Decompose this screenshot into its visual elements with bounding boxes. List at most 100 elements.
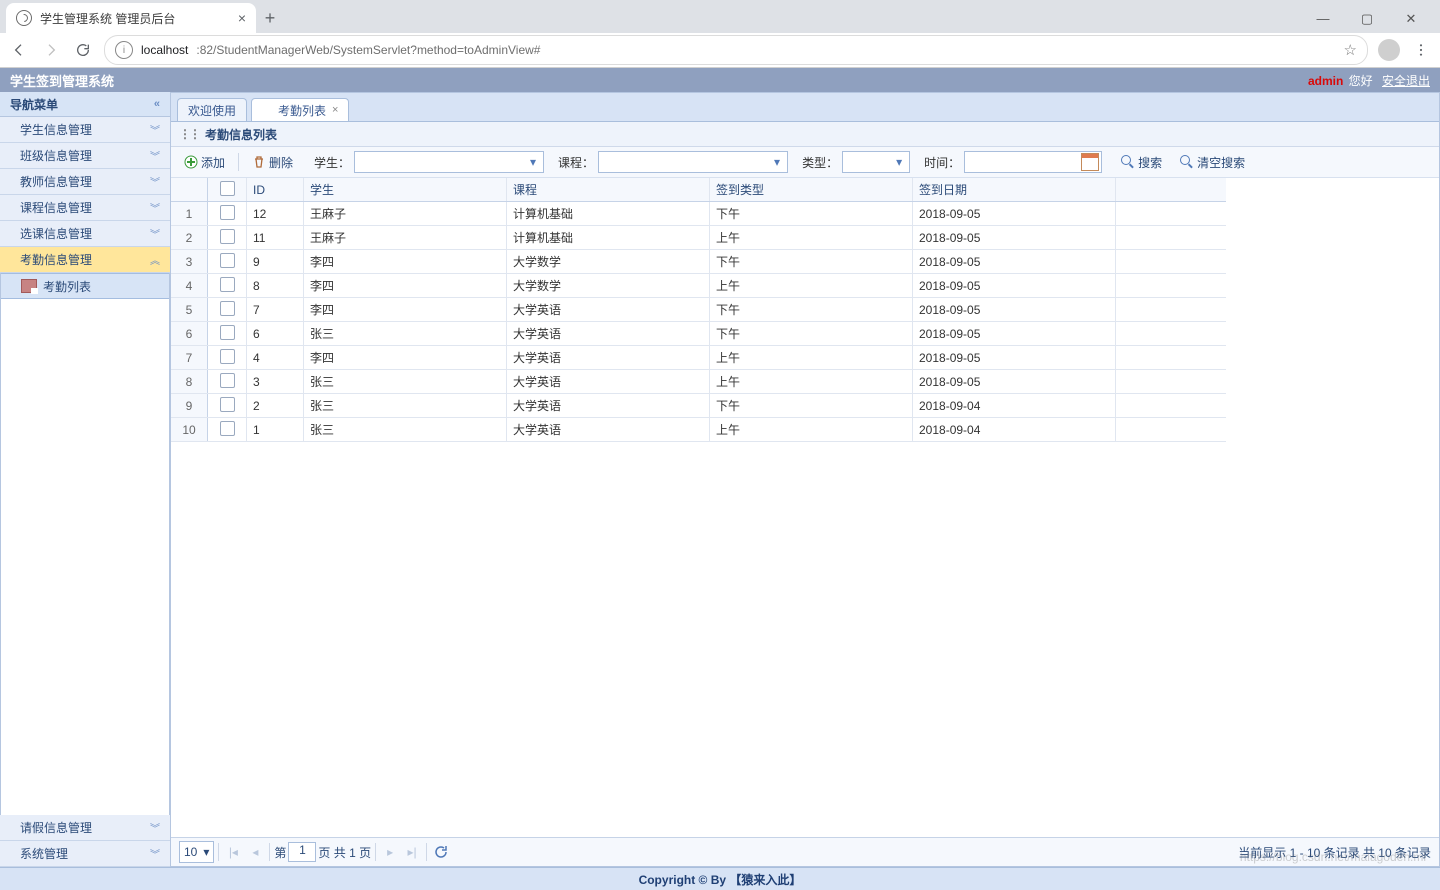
checkbox-icon[interactable] — [220, 421, 235, 436]
table-row[interactable]: 92张三大学英语下午2018-09-04 — [171, 394, 1226, 418]
new-tab-button[interactable]: + — [256, 3, 284, 33]
row-checkbox[interactable] — [208, 250, 247, 274]
row-checkbox[interactable] — [208, 394, 247, 418]
prev-page-button[interactable]: ◂ — [245, 842, 265, 862]
checkbox-icon[interactable] — [220, 373, 235, 388]
table-row[interactable]: 74李四大学英语上午2018-09-05 — [171, 346, 1226, 370]
address-bar[interactable]: i localhost:82/StudentManagerWeb/SystemS… — [104, 35, 1368, 65]
checkbox-icon[interactable] — [220, 325, 235, 340]
maximize-button[interactable]: ▢ — [1358, 11, 1376, 27]
checkbox-icon[interactable] — [220, 181, 235, 196]
nav-subpanel: 考勤列表 — [0, 273, 170, 815]
sidebar-item-2[interactable]: 教师信息管理︾ — [0, 169, 170, 195]
sidebar-bottom-item-0[interactable]: 请假信息管理︾ — [0, 815, 170, 841]
bookmark-icon[interactable]: ☆ — [1344, 41, 1357, 59]
sidebar-item-5[interactable]: 考勤信息管理︽ — [0, 247, 170, 273]
site-info-icon[interactable]: i — [115, 41, 133, 59]
close-tab-icon[interactable]: × — [332, 104, 338, 116]
delete-button[interactable]: 删除 — [245, 150, 300, 174]
col-student[interactable]: 学生 — [304, 178, 507, 202]
back-button[interactable] — [8, 39, 30, 61]
type-combo[interactable]: ▾ — [842, 151, 910, 173]
checkbox-icon[interactable] — [220, 277, 235, 292]
checkbox-icon[interactable] — [220, 349, 235, 364]
sidebar-item-1[interactable]: 班级信息管理︾ — [0, 143, 170, 169]
pagesize-select[interactable]: 10▾ — [179, 841, 214, 863]
logout-link[interactable]: 安全退出 — [1382, 74, 1430, 88]
first-page-button[interactable]: |◂ — [223, 842, 243, 862]
date-input[interactable] — [964, 151, 1102, 173]
close-window-button[interactable]: ✕ — [1402, 11, 1420, 27]
checkbox-icon[interactable] — [220, 205, 235, 220]
cell-type: 下午 — [710, 394, 913, 418]
cell-course: 大学数学 — [507, 274, 710, 298]
table-row[interactable]: 48李四大学数学上午2018-09-05 — [171, 274, 1226, 298]
pager: 10▾ |◂ ◂ 第 1 页 共 1 页 ▸ ▸| 当前显示 1 - 10 条记… — [171, 837, 1439, 866]
tab-welcome[interactable]: 欢迎使用 — [177, 98, 247, 121]
row-checkbox[interactable] — [208, 274, 247, 298]
clear-search-button[interactable]: 清空搜索 — [1173, 150, 1252, 174]
chevron-down-icon: ︾ — [150, 226, 160, 241]
sidebar-item-4[interactable]: 选课信息管理︾ — [0, 221, 170, 247]
table-row[interactable]: 211王麻子计算机基础上午2018-09-05 — [171, 226, 1226, 250]
search-button[interactable]: 搜索 — [1114, 150, 1169, 174]
cell-id: 3 — [247, 370, 304, 394]
cell-id: 9 — [247, 250, 304, 274]
url-path: :82/StudentManagerWeb/SystemServlet?meth… — [196, 43, 540, 57]
row-checkbox[interactable] — [208, 322, 247, 346]
minimize-button[interactable]: — — [1314, 11, 1332, 27]
table-row[interactable]: 83张三大学英语上午2018-09-05 — [171, 370, 1226, 394]
sidebar-item-3[interactable]: 课程信息管理︾ — [0, 195, 170, 221]
reload-button[interactable] — [72, 39, 94, 61]
cell-id: 12 — [247, 202, 304, 226]
col-date[interactable]: 签到日期 — [913, 178, 1116, 202]
table-row[interactable]: 101张三大学英语上午2018-09-04 — [171, 418, 1226, 442]
col-id[interactable]: ID — [247, 178, 304, 202]
cell-id: 2 — [247, 394, 304, 418]
table-row[interactable]: 39李四大学数学下午2018-09-05 — [171, 250, 1226, 274]
page-input[interactable]: 1 — [288, 842, 316, 862]
table-row[interactable]: 112王麻子计算机基础下午2018-09-05 — [171, 202, 1226, 226]
cell-date: 2018-09-05 — [913, 226, 1116, 250]
row-checkbox[interactable] — [208, 370, 247, 394]
sidebar-bottom-item-1[interactable]: 系统管理︾ — [0, 841, 170, 867]
forward-button[interactable] — [40, 39, 62, 61]
chevron-down-icon: ︾ — [150, 148, 160, 163]
row-checkbox[interactable] — [208, 346, 247, 370]
app: 学生签到管理系统 admin 您好 安全退出 导航菜单 « 学生信息管理︾班级信… — [0, 68, 1440, 890]
row-checkbox[interactable] — [208, 202, 247, 226]
row-checkbox[interactable] — [208, 226, 247, 250]
close-tab-icon[interactable]: × — [238, 10, 246, 26]
add-button[interactable]: 添加 — [177, 150, 232, 174]
collapse-icon[interactable]: « — [154, 98, 160, 110]
table-row[interactable]: 66张三大学英语下午2018-09-05 — [171, 322, 1226, 346]
student-combo[interactable]: ▾ — [354, 151, 544, 173]
select-all-header[interactable] — [208, 178, 247, 202]
rownum-cell: 7 — [171, 346, 208, 370]
checkbox-icon[interactable] — [220, 253, 235, 268]
grip-icon: ⋮⋮ — [179, 127, 199, 141]
course-combo[interactable]: ▾ — [598, 151, 788, 173]
cell-student: 李四 — [304, 250, 507, 274]
table-row[interactable]: 57李四大学英语下午2018-09-05 — [171, 298, 1226, 322]
sidebar-item-0[interactable]: 学生信息管理︾ — [0, 117, 170, 143]
next-page-button[interactable]: ▸ — [380, 842, 400, 862]
browser-toolbar: i localhost:82/StudentManagerWeb/SystemS… — [0, 33, 1440, 67]
row-checkbox[interactable] — [208, 418, 247, 442]
last-page-button[interactable]: ▸| — [402, 842, 422, 862]
refresh-button[interactable] — [431, 842, 451, 862]
checkbox-icon[interactable] — [220, 301, 235, 316]
row-checkbox[interactable] — [208, 298, 247, 322]
checkbox-icon[interactable] — [220, 397, 235, 412]
cell-course: 计算机基础 — [507, 202, 710, 226]
col-type[interactable]: 签到类型 — [710, 178, 913, 202]
checkbox-icon[interactable] — [220, 229, 235, 244]
data-grid[interactable]: ID 学生 课程 签到类型 签到日期 112王麻子计算机基础下午2018-09-… — [171, 178, 1439, 837]
col-course[interactable]: 课程 — [507, 178, 710, 202]
browser-menu-button[interactable] — [1410, 39, 1432, 61]
profile-avatar[interactable] — [1378, 39, 1400, 61]
nav-subitem-attendance-list[interactable]: 考勤列表 — [1, 273, 169, 299]
browser-tab[interactable]: 学生管理系统 管理员后台 × — [6, 3, 256, 33]
cell-date: 2018-09-05 — [913, 370, 1116, 394]
tab-attendance[interactable]: 考勤列表 × — [251, 98, 349, 121]
